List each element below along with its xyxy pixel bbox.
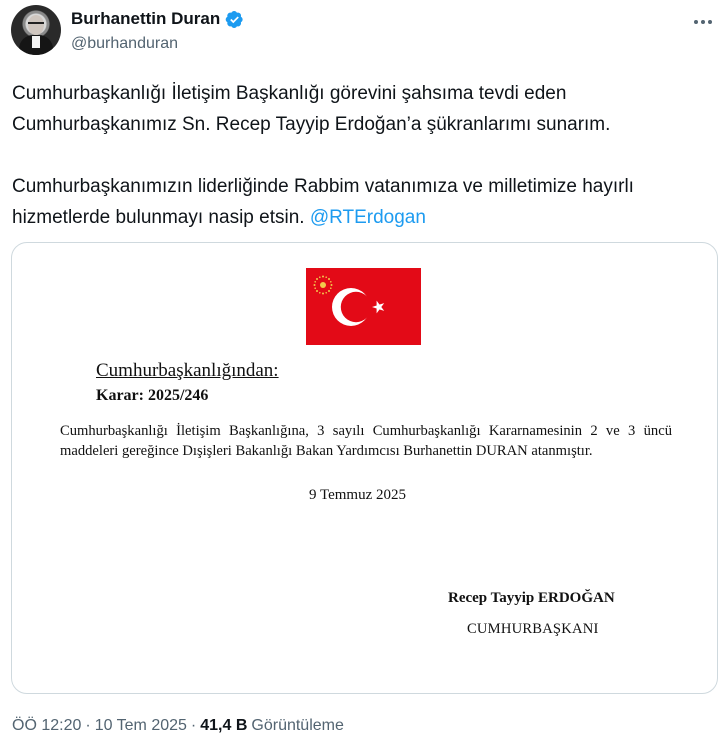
more-dot [708,20,712,24]
flag-emblem [306,268,421,345]
more-options-icon[interactable] [690,12,716,32]
mention-link[interactable]: @RTErdogan [310,207,426,228]
post-date[interactable]: 10 Tem 2025 [95,717,187,735]
more-dot [694,20,698,24]
avatar-glasses [28,22,44,26]
post-time[interactable]: ÖÖ 12:20 [12,717,81,735]
turkish-flag-icon [306,268,421,345]
author-name-row[interactable]: Burhanettin Duran [71,9,244,29]
document-decision-number: Karar: 2025/246 [96,387,209,404]
views-count: 41,4 B [200,717,248,734]
document-heading: Cumhurbaşkanlığından: [96,360,279,381]
author-display-name[interactable]: Burhanettin Duran [71,9,220,29]
tweet-paragraph-1: Cumhurbaşkanlığı İletişim Başkanlığı gör… [12,83,611,135]
decree-document: Cumhurbaşkanlığından: Karar: 2025/246 Cu… [12,243,717,693]
signature-title: CUMHURBAŞKANI [467,621,599,637]
document-body: Cumhurbaşkanlığı İletişim Başkanlığına, … [60,423,672,459]
document-date: 9 Temmuz 2025 [309,487,406,503]
tweet-header: Burhanettin Duran @burhanduran [0,0,725,70]
tweet-meta: ÖÖ 12:20 · 10 Tem 2025 · 41,4 B Görüntül… [12,717,344,735]
tweet-text: Cumhurbaşkanlığı İletişim Başkanlığı gör… [12,78,712,233]
more-dot [701,20,705,24]
signature-name: Recep Tayyip ERDOĞAN [448,590,615,606]
avatar-shirt [32,36,40,48]
meta-separator: · [190,717,197,734]
avatar[interactable] [11,5,61,55]
meta-separator: · [85,717,91,734]
tweet-paragraph-2: Cumhurbaşkanımızın liderliğinde Rabbim v… [12,171,712,233]
verified-badge-icon [225,10,243,28]
views-label: Görüntüleme [251,717,344,734]
attached-document-image[interactable]: Cumhurbaşkanlığından: Karar: 2025/246 Cu… [11,242,718,694]
author-handle[interactable]: @burhanduran [71,35,178,53]
